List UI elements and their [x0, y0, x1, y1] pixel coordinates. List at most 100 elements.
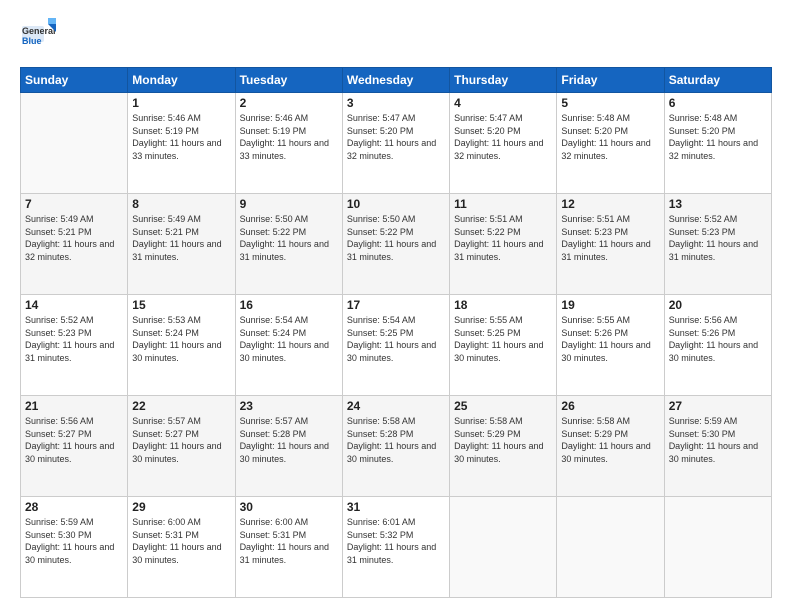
day-info: Sunrise: 5:56 AMSunset: 5:27 PMDaylight:…: [25, 415, 123, 465]
calendar-cell: 11 Sunrise: 5:51 AMSunset: 5:22 PMDaylig…: [450, 194, 557, 295]
day-number: 29: [132, 500, 230, 514]
day-number: 21: [25, 399, 123, 413]
calendar-cell: 22 Sunrise: 5:57 AMSunset: 5:27 PMDaylig…: [128, 396, 235, 497]
day-number: 17: [347, 298, 445, 312]
day-info: Sunrise: 5:50 AMSunset: 5:22 PMDaylight:…: [347, 213, 445, 263]
calendar-cell: 3 Sunrise: 5:47 AMSunset: 5:20 PMDayligh…: [342, 93, 449, 194]
day-info: Sunrise: 5:59 AMSunset: 5:30 PMDaylight:…: [669, 415, 767, 465]
calendar-cell: 23 Sunrise: 5:57 AMSunset: 5:28 PMDaylig…: [235, 396, 342, 497]
calendar-cell: 14 Sunrise: 5:52 AMSunset: 5:23 PMDaylig…: [21, 295, 128, 396]
day-number: 14: [25, 298, 123, 312]
calendar-table: SundayMondayTuesdayWednesdayThursdayFrid…: [20, 67, 772, 598]
day-number: 30: [240, 500, 338, 514]
day-info: Sunrise: 5:59 AMSunset: 5:30 PMDaylight:…: [25, 516, 123, 566]
calendar-cell: 15 Sunrise: 5:53 AMSunset: 5:24 PMDaylig…: [128, 295, 235, 396]
day-info: Sunrise: 5:55 AMSunset: 5:25 PMDaylight:…: [454, 314, 552, 364]
day-number: 3: [347, 96, 445, 110]
day-number: 18: [454, 298, 552, 312]
day-info: Sunrise: 5:57 AMSunset: 5:27 PMDaylight:…: [132, 415, 230, 465]
day-info: Sunrise: 5:48 AMSunset: 5:20 PMDaylight:…: [561, 112, 659, 162]
day-number: 8: [132, 197, 230, 211]
day-info: Sunrise: 5:51 AMSunset: 5:22 PMDaylight:…: [454, 213, 552, 263]
day-info: Sunrise: 5:49 AMSunset: 5:21 PMDaylight:…: [25, 213, 123, 263]
calendar-cell: 16 Sunrise: 5:54 AMSunset: 5:24 PMDaylig…: [235, 295, 342, 396]
page: General Blue SundayMondayTuesdayWednesda…: [0, 0, 792, 612]
weekday-header-monday: Monday: [128, 68, 235, 93]
day-number: 20: [669, 298, 767, 312]
day-number: 26: [561, 399, 659, 413]
day-info: Sunrise: 6:01 AMSunset: 5:32 PMDaylight:…: [347, 516, 445, 566]
calendar-cell: 9 Sunrise: 5:50 AMSunset: 5:22 PMDayligh…: [235, 194, 342, 295]
calendar-cell: 13 Sunrise: 5:52 AMSunset: 5:23 PMDaylig…: [664, 194, 771, 295]
calendar-cell: 4 Sunrise: 5:47 AMSunset: 5:20 PMDayligh…: [450, 93, 557, 194]
calendar-cell: 18 Sunrise: 5:55 AMSunset: 5:25 PMDaylig…: [450, 295, 557, 396]
calendar-cell: 31 Sunrise: 6:01 AMSunset: 5:32 PMDaylig…: [342, 497, 449, 598]
calendar-cell: 7 Sunrise: 5:49 AMSunset: 5:21 PMDayligh…: [21, 194, 128, 295]
weekday-header-wednesday: Wednesday: [342, 68, 449, 93]
svg-text:General: General: [22, 26, 56, 36]
calendar-cell: 8 Sunrise: 5:49 AMSunset: 5:21 PMDayligh…: [128, 194, 235, 295]
day-number: 15: [132, 298, 230, 312]
day-number: 25: [454, 399, 552, 413]
day-number: 22: [132, 399, 230, 413]
calendar-week-3: 14 Sunrise: 5:52 AMSunset: 5:23 PMDaylig…: [21, 295, 772, 396]
day-number: 16: [240, 298, 338, 312]
calendar-cell: 1 Sunrise: 5:46 AMSunset: 5:19 PMDayligh…: [128, 93, 235, 194]
day-number: 9: [240, 197, 338, 211]
day-number: 12: [561, 197, 659, 211]
header: General Blue: [20, 18, 772, 59]
calendar-cell: [557, 497, 664, 598]
calendar-cell: [21, 93, 128, 194]
day-info: Sunrise: 5:58 AMSunset: 5:29 PMDaylight:…: [454, 415, 552, 465]
day-number: 5: [561, 96, 659, 110]
logo-icon: General Blue: [20, 18, 56, 54]
calendar-cell: 20 Sunrise: 5:56 AMSunset: 5:26 PMDaylig…: [664, 295, 771, 396]
calendar-cell: 17 Sunrise: 5:54 AMSunset: 5:25 PMDaylig…: [342, 295, 449, 396]
calendar-week-2: 7 Sunrise: 5:49 AMSunset: 5:21 PMDayligh…: [21, 194, 772, 295]
calendar-cell: 30 Sunrise: 6:00 AMSunset: 5:31 PMDaylig…: [235, 497, 342, 598]
calendar-cell: 5 Sunrise: 5:48 AMSunset: 5:20 PMDayligh…: [557, 93, 664, 194]
day-number: 31: [347, 500, 445, 514]
calendar-week-1: 1 Sunrise: 5:46 AMSunset: 5:19 PMDayligh…: [21, 93, 772, 194]
day-number: 11: [454, 197, 552, 211]
weekday-header-saturday: Saturday: [664, 68, 771, 93]
day-info: Sunrise: 5:48 AMSunset: 5:20 PMDaylight:…: [669, 112, 767, 162]
day-info: Sunrise: 5:54 AMSunset: 5:25 PMDaylight:…: [347, 314, 445, 364]
day-info: Sunrise: 5:47 AMSunset: 5:20 PMDaylight:…: [454, 112, 552, 162]
day-info: Sunrise: 5:46 AMSunset: 5:19 PMDaylight:…: [132, 112, 230, 162]
calendar-cell: 21 Sunrise: 5:56 AMSunset: 5:27 PMDaylig…: [21, 396, 128, 497]
day-number: 1: [132, 96, 230, 110]
weekday-header-sunday: Sunday: [21, 68, 128, 93]
calendar-cell: 10 Sunrise: 5:50 AMSunset: 5:22 PMDaylig…: [342, 194, 449, 295]
calendar-week-5: 28 Sunrise: 5:59 AMSunset: 5:30 PMDaylig…: [21, 497, 772, 598]
day-info: Sunrise: 5:58 AMSunset: 5:28 PMDaylight:…: [347, 415, 445, 465]
day-number: 23: [240, 399, 338, 413]
weekday-header-thursday: Thursday: [450, 68, 557, 93]
calendar-cell: 2 Sunrise: 5:46 AMSunset: 5:19 PMDayligh…: [235, 93, 342, 194]
calendar-cell: 25 Sunrise: 5:58 AMSunset: 5:29 PMDaylig…: [450, 396, 557, 497]
weekday-header-friday: Friday: [557, 68, 664, 93]
day-info: Sunrise: 5:50 AMSunset: 5:22 PMDaylight:…: [240, 213, 338, 263]
calendar-cell: [450, 497, 557, 598]
day-number: 4: [454, 96, 552, 110]
day-info: Sunrise: 5:52 AMSunset: 5:23 PMDaylight:…: [669, 213, 767, 263]
svg-text:Blue: Blue: [22, 36, 42, 46]
day-info: Sunrise: 5:53 AMSunset: 5:24 PMDaylight:…: [132, 314, 230, 364]
day-number: 19: [561, 298, 659, 312]
weekday-header-tuesday: Tuesday: [235, 68, 342, 93]
day-number: 27: [669, 399, 767, 413]
day-number: 10: [347, 197, 445, 211]
calendar-cell: 26 Sunrise: 5:58 AMSunset: 5:29 PMDaylig…: [557, 396, 664, 497]
calendar-cell: 6 Sunrise: 5:48 AMSunset: 5:20 PMDayligh…: [664, 93, 771, 194]
day-info: Sunrise: 6:00 AMSunset: 5:31 PMDaylight:…: [240, 516, 338, 566]
day-info: Sunrise: 5:55 AMSunset: 5:26 PMDaylight:…: [561, 314, 659, 364]
day-info: Sunrise: 5:52 AMSunset: 5:23 PMDaylight:…: [25, 314, 123, 364]
day-number: 13: [669, 197, 767, 211]
day-info: Sunrise: 5:54 AMSunset: 5:24 PMDaylight:…: [240, 314, 338, 364]
day-number: 2: [240, 96, 338, 110]
weekday-header-row: SundayMondayTuesdayWednesdayThursdayFrid…: [21, 68, 772, 93]
calendar-cell: 19 Sunrise: 5:55 AMSunset: 5:26 PMDaylig…: [557, 295, 664, 396]
calendar-cell: 12 Sunrise: 5:51 AMSunset: 5:23 PMDaylig…: [557, 194, 664, 295]
day-info: Sunrise: 5:57 AMSunset: 5:28 PMDaylight:…: [240, 415, 338, 465]
calendar-cell: 29 Sunrise: 6:00 AMSunset: 5:31 PMDaylig…: [128, 497, 235, 598]
